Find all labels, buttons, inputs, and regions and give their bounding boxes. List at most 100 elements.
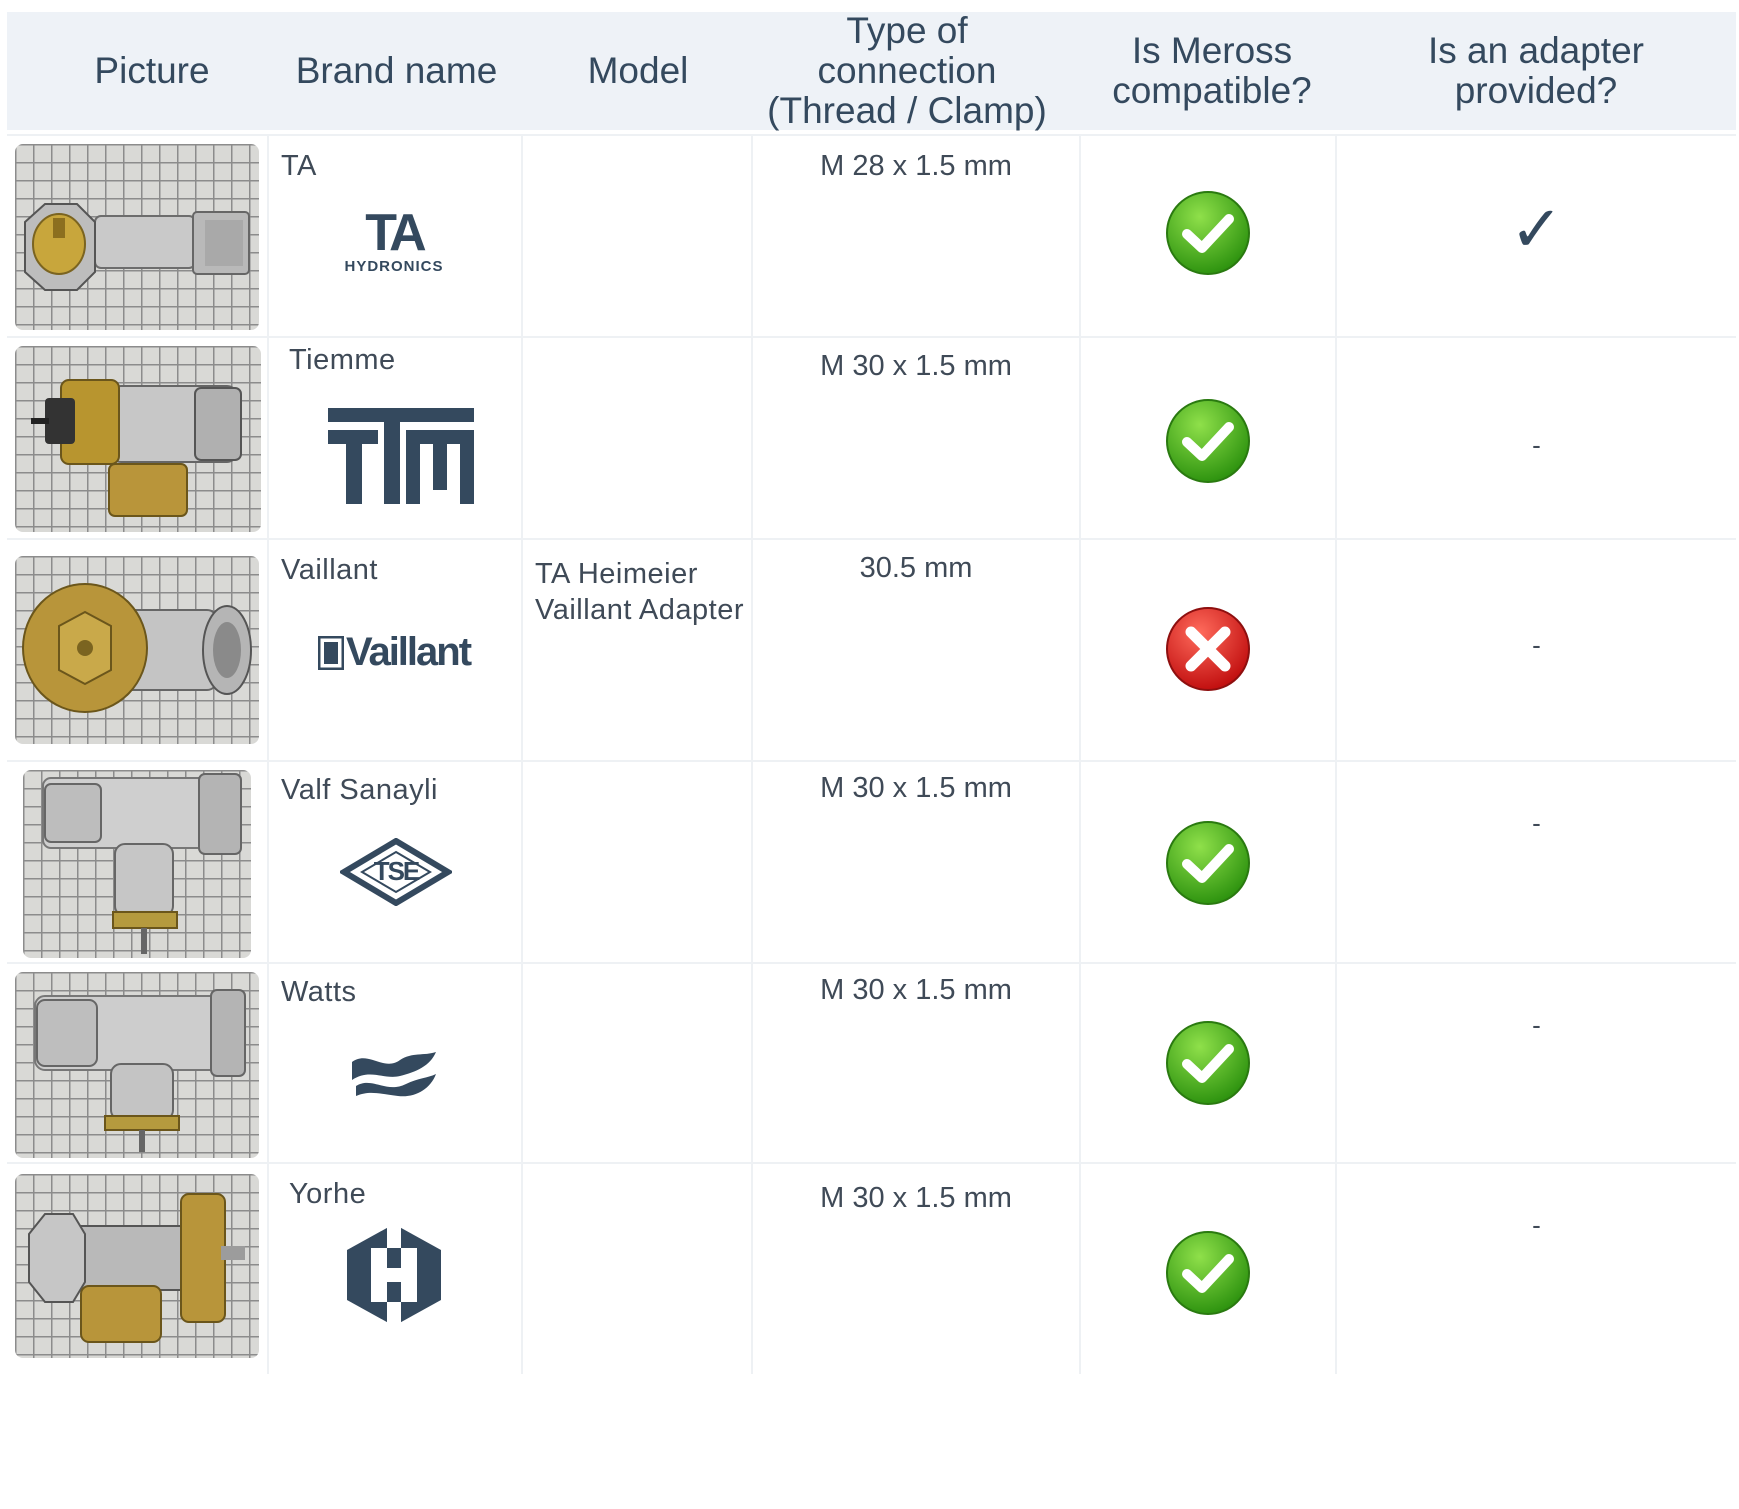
- brand-cell: Vaillant Vaillant: [269, 540, 523, 760]
- valve-photo: [23, 770, 251, 958]
- header-compatible: Is Meross compatible?: [1087, 12, 1337, 130]
- ta-hydronics-logo: TA HYDRONICS: [259, 204, 529, 275]
- picture-cell: [7, 1164, 269, 1374]
- adapter-value: -: [1532, 1210, 1541, 1240]
- header-compatible-line1: Is Meross: [1131, 30, 1293, 71]
- picture-cell: [7, 964, 269, 1162]
- compatible-check-icon: [1081, 188, 1335, 278]
- connection-cell: M 30 x 1.5 mm: [753, 1164, 1081, 1374]
- adapter-value: ✓: [1509, 193, 1564, 265]
- connection-value: M 30 x 1.5 mm: [820, 772, 1012, 804]
- header-compatible-line2: compatible?: [1112, 70, 1312, 111]
- adapter-value: -: [1532, 430, 1541, 460]
- picture-cell: [7, 338, 269, 538]
- picture-cell: [7, 762, 269, 962]
- adapter-cell: -: [1337, 540, 1736, 760]
- logo-text: TA: [365, 204, 426, 262]
- header-model: Model: [587, 50, 689, 91]
- compatible-cell: [1081, 964, 1337, 1162]
- brand-cell: TA TA HYDRONICS: [269, 136, 523, 336]
- adapter-cell: -: [1337, 1164, 1736, 1374]
- model-line1: TA Heimeier: [535, 558, 698, 590]
- picture-cell: [7, 136, 269, 336]
- brand-cell: Yorhe: [269, 1164, 523, 1374]
- model-cell: [523, 964, 753, 1162]
- adapter-cell: ✓: [1337, 136, 1736, 336]
- brand-name: Vaillant: [281, 554, 378, 586]
- brand-name: Valf Sanayli: [281, 774, 438, 806]
- brand-name: Yorhe: [289, 1178, 367, 1210]
- header-adapter-line1: Is an adapter: [1428, 30, 1644, 71]
- incompatible-cross-icon: [1081, 604, 1335, 694]
- valve-illustration: [28, 1193, 245, 1343]
- vaillant-logo: Vaillant: [259, 630, 529, 675]
- connection-value: M 30 x 1.5 mm: [820, 350, 1012, 382]
- table-row: Yorhe M 30 x 1.5 mm -: [7, 1162, 1736, 1374]
- compatible-cell: [1081, 136, 1337, 336]
- connection-cell: M 28 x 1.5 mm: [753, 136, 1081, 336]
- connection-cell: M 30 x 1.5 mm: [753, 964, 1081, 1162]
- yorhe-logo: [259, 1222, 529, 1328]
- connection-cell: M 30 x 1.5 mm: [753, 762, 1081, 962]
- table-row: Vaillant Vaillant TA Heimeier Vaillant A…: [7, 538, 1736, 760]
- model-cell: [523, 338, 753, 538]
- compatible-check-icon: [1081, 1228, 1335, 1318]
- adapter-value: -: [1532, 630, 1541, 660]
- table-header: Picture Brand name Model Type of connect…: [7, 10, 1736, 131]
- valve-photo: [15, 346, 261, 532]
- valve-photo: [15, 144, 259, 330]
- header-adapter: Is an adapter provided?: [1337, 12, 1735, 130]
- model-cell: [523, 1164, 753, 1374]
- brand-cell: Tiemme: [269, 338, 523, 538]
- compatible-cell: [1081, 540, 1337, 760]
- brand-cell: Watts: [269, 964, 523, 1162]
- brand-name: Watts: [281, 976, 357, 1008]
- adapter-value: -: [1532, 808, 1541, 838]
- adapter-cell: -: [1337, 762, 1736, 962]
- table-row: TA TA HYDRONICS M 28 x 1.5 mm ✓: [7, 134, 1736, 336]
- header-picture: Picture: [94, 50, 210, 91]
- model-cell: TA Heimeier Vaillant Adapter: [523, 540, 753, 760]
- compatible-check-icon: [1081, 818, 1335, 908]
- logo-subtext: HYDRONICS: [344, 258, 444, 275]
- valve-illustration: [31, 379, 242, 517]
- connection-value: M 28 x 1.5 mm: [820, 150, 1012, 182]
- header-connection-line2: (Thread / Clamp): [767, 90, 1047, 131]
- connection-cell: 30.5 mm: [753, 540, 1081, 760]
- header-connection-line1: Type of connection: [817, 10, 997, 91]
- valve-illustration: [34, 989, 246, 1152]
- connection-value: M 30 x 1.5 mm: [820, 974, 1012, 1006]
- valve-illustration: [22, 583, 252, 713]
- table-row: Watts M 30 x 1.5 mm -: [7, 962, 1736, 1162]
- valve-photo: [15, 972, 259, 1158]
- compatible-check-icon: [1081, 1018, 1335, 1108]
- header-connection: Type of connection (Thread / Clamp): [752, 10, 1062, 131]
- model-cell: [523, 136, 753, 336]
- valve-illustration: [24, 203, 250, 291]
- adapter-cell: -: [1337, 338, 1736, 538]
- brand-cell: Valf Sanayli TSE: [269, 762, 523, 962]
- ttm-logo: [266, 406, 536, 506]
- brand-name: TA: [281, 150, 317, 182]
- connection-cell: M 30 x 1.5 mm: [753, 338, 1081, 538]
- watts-logo: [259, 1050, 529, 1100]
- valve-photo: [15, 556, 259, 744]
- connection-value: 30.5 mm: [859, 552, 973, 584]
- header-brand: Brand name: [295, 50, 498, 91]
- connection-value: M 30 x 1.5 mm: [820, 1182, 1012, 1214]
- compatible-cell: [1081, 338, 1337, 538]
- adapter-value: -: [1532, 1010, 1541, 1040]
- logo-text: TSE: [373, 856, 421, 886]
- valve-illustration: [42, 773, 242, 954]
- header-adapter-line2: provided?: [1454, 70, 1618, 111]
- compatible-check-icon: [1081, 396, 1335, 486]
- tse-logo: TSE: [261, 838, 531, 906]
- vaillant-hare-icon: [317, 635, 344, 670]
- model-cell: [523, 762, 753, 962]
- adapter-cell: -: [1337, 964, 1736, 1162]
- compatible-cell: [1081, 762, 1337, 962]
- compatible-cell: [1081, 1164, 1337, 1374]
- model-text: TA Heimeier Vaillant Adapter: [535, 556, 744, 628]
- table-row: Tiemme M 30 x 1.5 mm -: [7, 336, 1736, 538]
- model-line2: Vaillant Adapter: [535, 594, 744, 626]
